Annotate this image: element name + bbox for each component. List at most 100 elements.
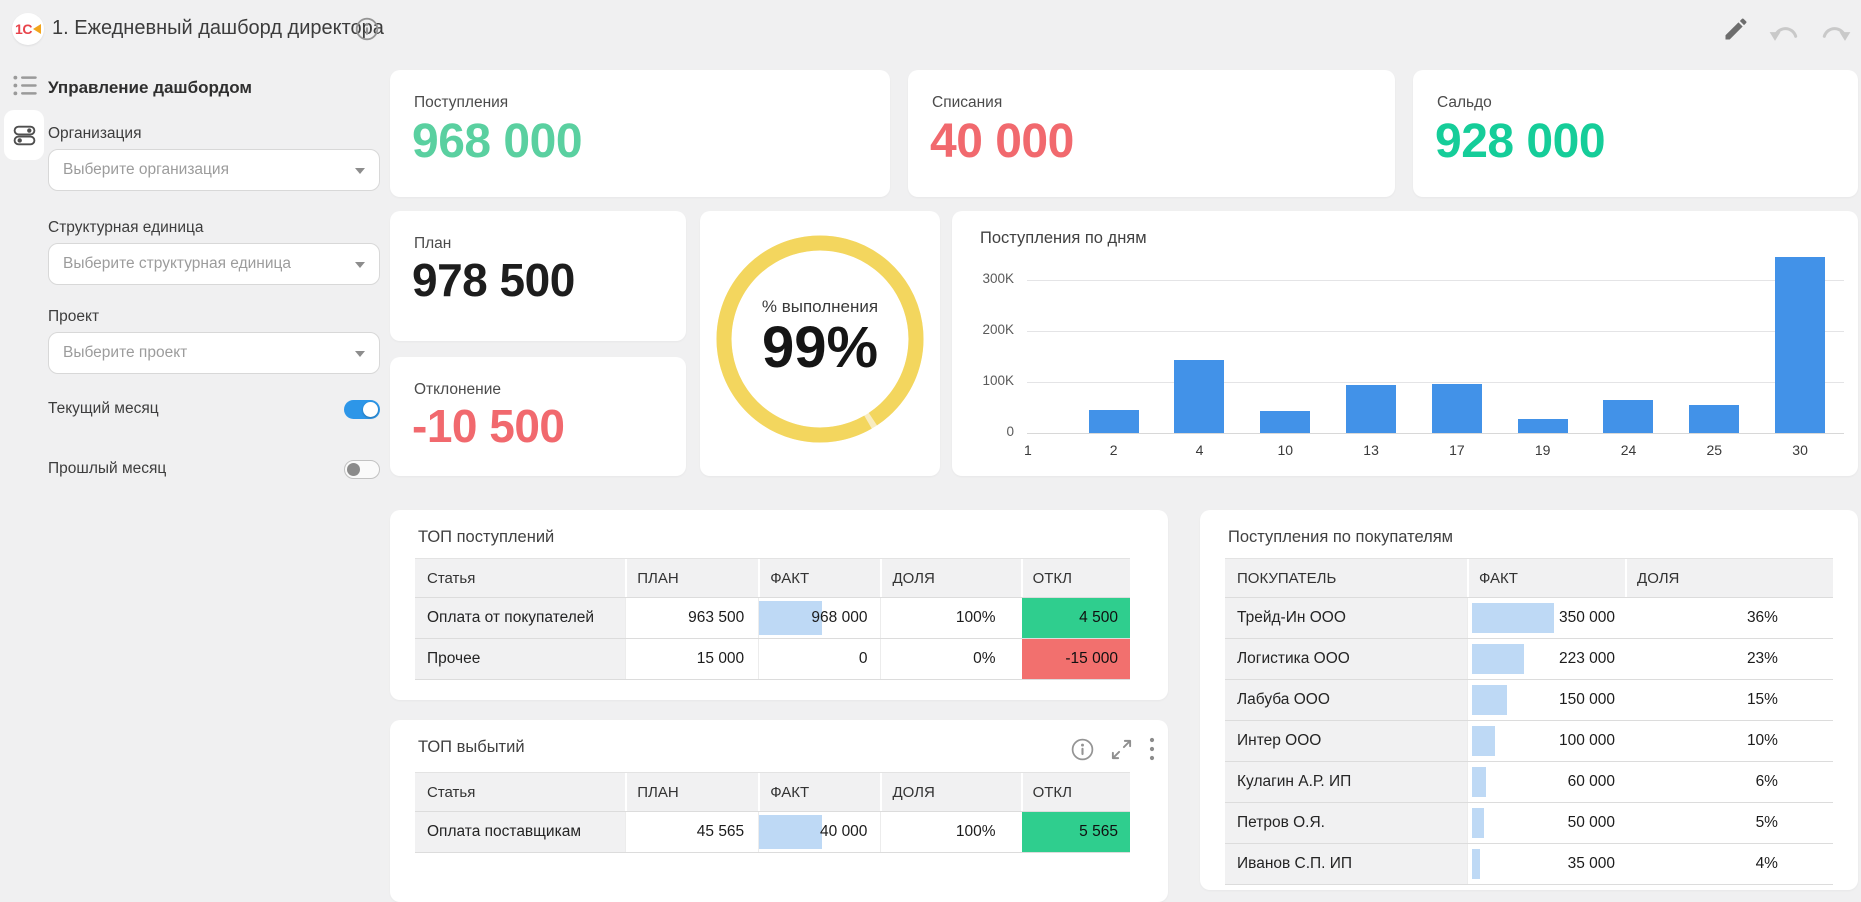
project-select[interactable]: Выберите проект	[48, 332, 380, 374]
bar-day-17[interactable]	[1432, 384, 1482, 433]
bar-day-10[interactable]	[1260, 411, 1310, 433]
share-cell: 15%	[1625, 680, 1833, 720]
table-row[interactable]: Оплата поставщикам45 56540 000100%5 565	[415, 812, 1130, 853]
table-row[interactable]: Прочее15 00000%-15 000	[415, 639, 1130, 680]
table-title: ТОП выбытий	[418, 738, 525, 757]
filter-label-organization: Организация	[48, 125, 141, 143]
fact-value: 350 000	[1559, 609, 1615, 627]
x-tick-label: 19	[1500, 442, 1586, 458]
redo-icon[interactable]	[1818, 19, 1852, 43]
bar-slot: 1	[985, 248, 1071, 433]
share-cell: 36%	[1625, 598, 1833, 638]
edit-pencil-icon[interactable]	[1722, 15, 1750, 43]
column-header: Статья	[415, 773, 625, 811]
customer-cell: Лабуба ООО	[1225, 680, 1467, 720]
top-receipts-card: ТОП поступлений СтатьяПЛАНФАКТДОЛЯОТКЛОп…	[390, 510, 1168, 700]
bar-day-25[interactable]	[1689, 405, 1739, 433]
customers-card: Поступления по покупателям ПОКУПАТЕЛЬФАК…	[1200, 510, 1858, 890]
fact-cell: 968 000	[758, 598, 880, 638]
x-tick-label: 4	[1157, 442, 1243, 458]
dashboard-controls-tab[interactable]	[4, 110, 44, 160]
top-disposals-card: ТОП выбытий СтатьяПЛАНФАКТДОЛЯОТКЛОплата…	[390, 720, 1168, 902]
fact-cell: 100 000	[1467, 721, 1625, 761]
table-header-row: СтатьяПЛАНФАКТДОЛЯОТКЛ	[415, 558, 1130, 598]
toggle-knob	[363, 402, 378, 417]
share-cell: 100%	[880, 598, 1020, 638]
bar-day-4[interactable]	[1174, 360, 1224, 433]
expand-icon[interactable]	[1110, 738, 1133, 761]
gridline	[1027, 433, 1844, 434]
bar-day-19[interactable]	[1518, 419, 1568, 433]
share-cell: 23%	[1625, 639, 1833, 679]
table-row[interactable]: Иванов С.П. ИП35 0004%	[1225, 844, 1833, 885]
bar-day-24[interactable]	[1603, 400, 1653, 433]
fact-cell: 350 000	[1467, 598, 1625, 638]
sidebar-title: Управление дашбордом	[48, 78, 252, 98]
previous-month-toggle[interactable]	[344, 460, 380, 479]
top-receipts-table: СтатьяПЛАНФАКТДОЛЯОТКЛОплата от покупате…	[415, 558, 1130, 680]
fact-databar	[1472, 644, 1524, 674]
deviation-card: Отклонение -10 500	[390, 357, 686, 476]
filter-label-unit: Структурная единица	[48, 219, 204, 237]
deviation-label: Отклонение	[414, 381, 501, 399]
kebab-menu-icon[interactable]	[1148, 736, 1156, 762]
fact-cell: 50 000	[1467, 803, 1625, 843]
plan-card: План 978 500	[390, 211, 686, 341]
table-row[interactable]: Петров О.Я.50 0005%	[1225, 803, 1833, 844]
customer-cell: Иванов С.П. ИП	[1225, 844, 1467, 884]
unit-placeholder: Выберите структурная единица	[63, 255, 291, 273]
fact-value: 150 000	[1559, 691, 1615, 709]
fact-cell: 0	[758, 639, 880, 679]
card-actions	[1070, 736, 1156, 762]
table-row[interactable]: Трейд-Ин ООО350 00036%	[1225, 598, 1833, 639]
fact-databar	[759, 815, 822, 849]
1c-logo: 1С	[12, 13, 44, 45]
table-row[interactable]: Логистика ООО223 00023%	[1225, 639, 1833, 680]
kpi-label: Списания	[932, 94, 1002, 112]
table-row[interactable]: Оплата от покупателей963 500968 000100%4…	[415, 598, 1130, 639]
fact-value: 35 000	[1568, 855, 1615, 873]
column-header: ФАКТ	[1467, 559, 1625, 597]
list-icon[interactable]	[12, 72, 39, 99]
bar-day-30[interactable]	[1775, 257, 1825, 433]
info-icon[interactable]	[354, 16, 380, 42]
table-row[interactable]: Лабуба ООО 150 000 15%	[1225, 680, 1833, 721]
toggles-icon	[12, 123, 37, 148]
customers-table: ПОКУПАТЕЛЬФАКТДОЛЯТрейд-Ин ООО350 00036%…	[1225, 558, 1833, 885]
dashboard-root: 1С 1. Ежедневный дашборд директора Управ…	[0, 0, 1861, 902]
deviation-value: -10 500	[412, 399, 565, 453]
toggle-knob	[347, 463, 360, 476]
kpi-value: 928 000	[1435, 114, 1605, 169]
current-month-toggle[interactable]	[344, 400, 380, 419]
undo-icon[interactable]	[1768, 19, 1802, 43]
deviation-cell: -15 000	[1021, 639, 1130, 679]
1c-logo-triangle-icon	[33, 24, 41, 34]
column-header: ПОКУПАТЕЛЬ	[1225, 559, 1467, 597]
bar-slot: 25	[1671, 248, 1757, 433]
table-row[interactable]: Интер ООО100 00010%	[1225, 721, 1833, 762]
customer-cell: Петров О.Я.	[1225, 803, 1467, 843]
table-header-row: ПОКУПАТЕЛЬФАКТДОЛЯ	[1225, 558, 1833, 598]
bar-day-13[interactable]	[1346, 385, 1396, 433]
kpi-label: Поступления	[414, 94, 508, 112]
plan-value: 978 500	[412, 253, 575, 307]
share-cell: 10%	[1625, 721, 1833, 761]
x-tick-label: 24	[1586, 442, 1672, 458]
toggle-label-previous-month: Прошлый месяц	[48, 460, 166, 478]
column-header: ФАКТ	[758, 773, 880, 811]
structural-unit-select[interactable]: Выберите структурная единица	[48, 243, 380, 285]
column-header: ДОЛЯ	[880, 559, 1020, 597]
project-placeholder: Выберите проект	[63, 344, 187, 362]
bar-slot: 24	[1586, 248, 1672, 433]
table-title: Поступления по покупателям	[1228, 528, 1453, 547]
info-icon[interactable]	[1070, 737, 1095, 762]
bar-day-2[interactable]	[1089, 410, 1139, 433]
fact-databar	[1472, 808, 1484, 838]
table-row[interactable]: Кулагин А.Р. ИП60 0006%	[1225, 762, 1833, 803]
chevron-down-icon	[355, 168, 365, 174]
organization-select[interactable]: Выберите организация	[48, 149, 380, 191]
bar-slot: 4	[1157, 248, 1243, 433]
deviation-cell: 4 500	[1021, 598, 1130, 638]
article-cell: Оплата поставщикам	[415, 812, 625, 852]
bar-slot: 17	[1414, 248, 1500, 433]
